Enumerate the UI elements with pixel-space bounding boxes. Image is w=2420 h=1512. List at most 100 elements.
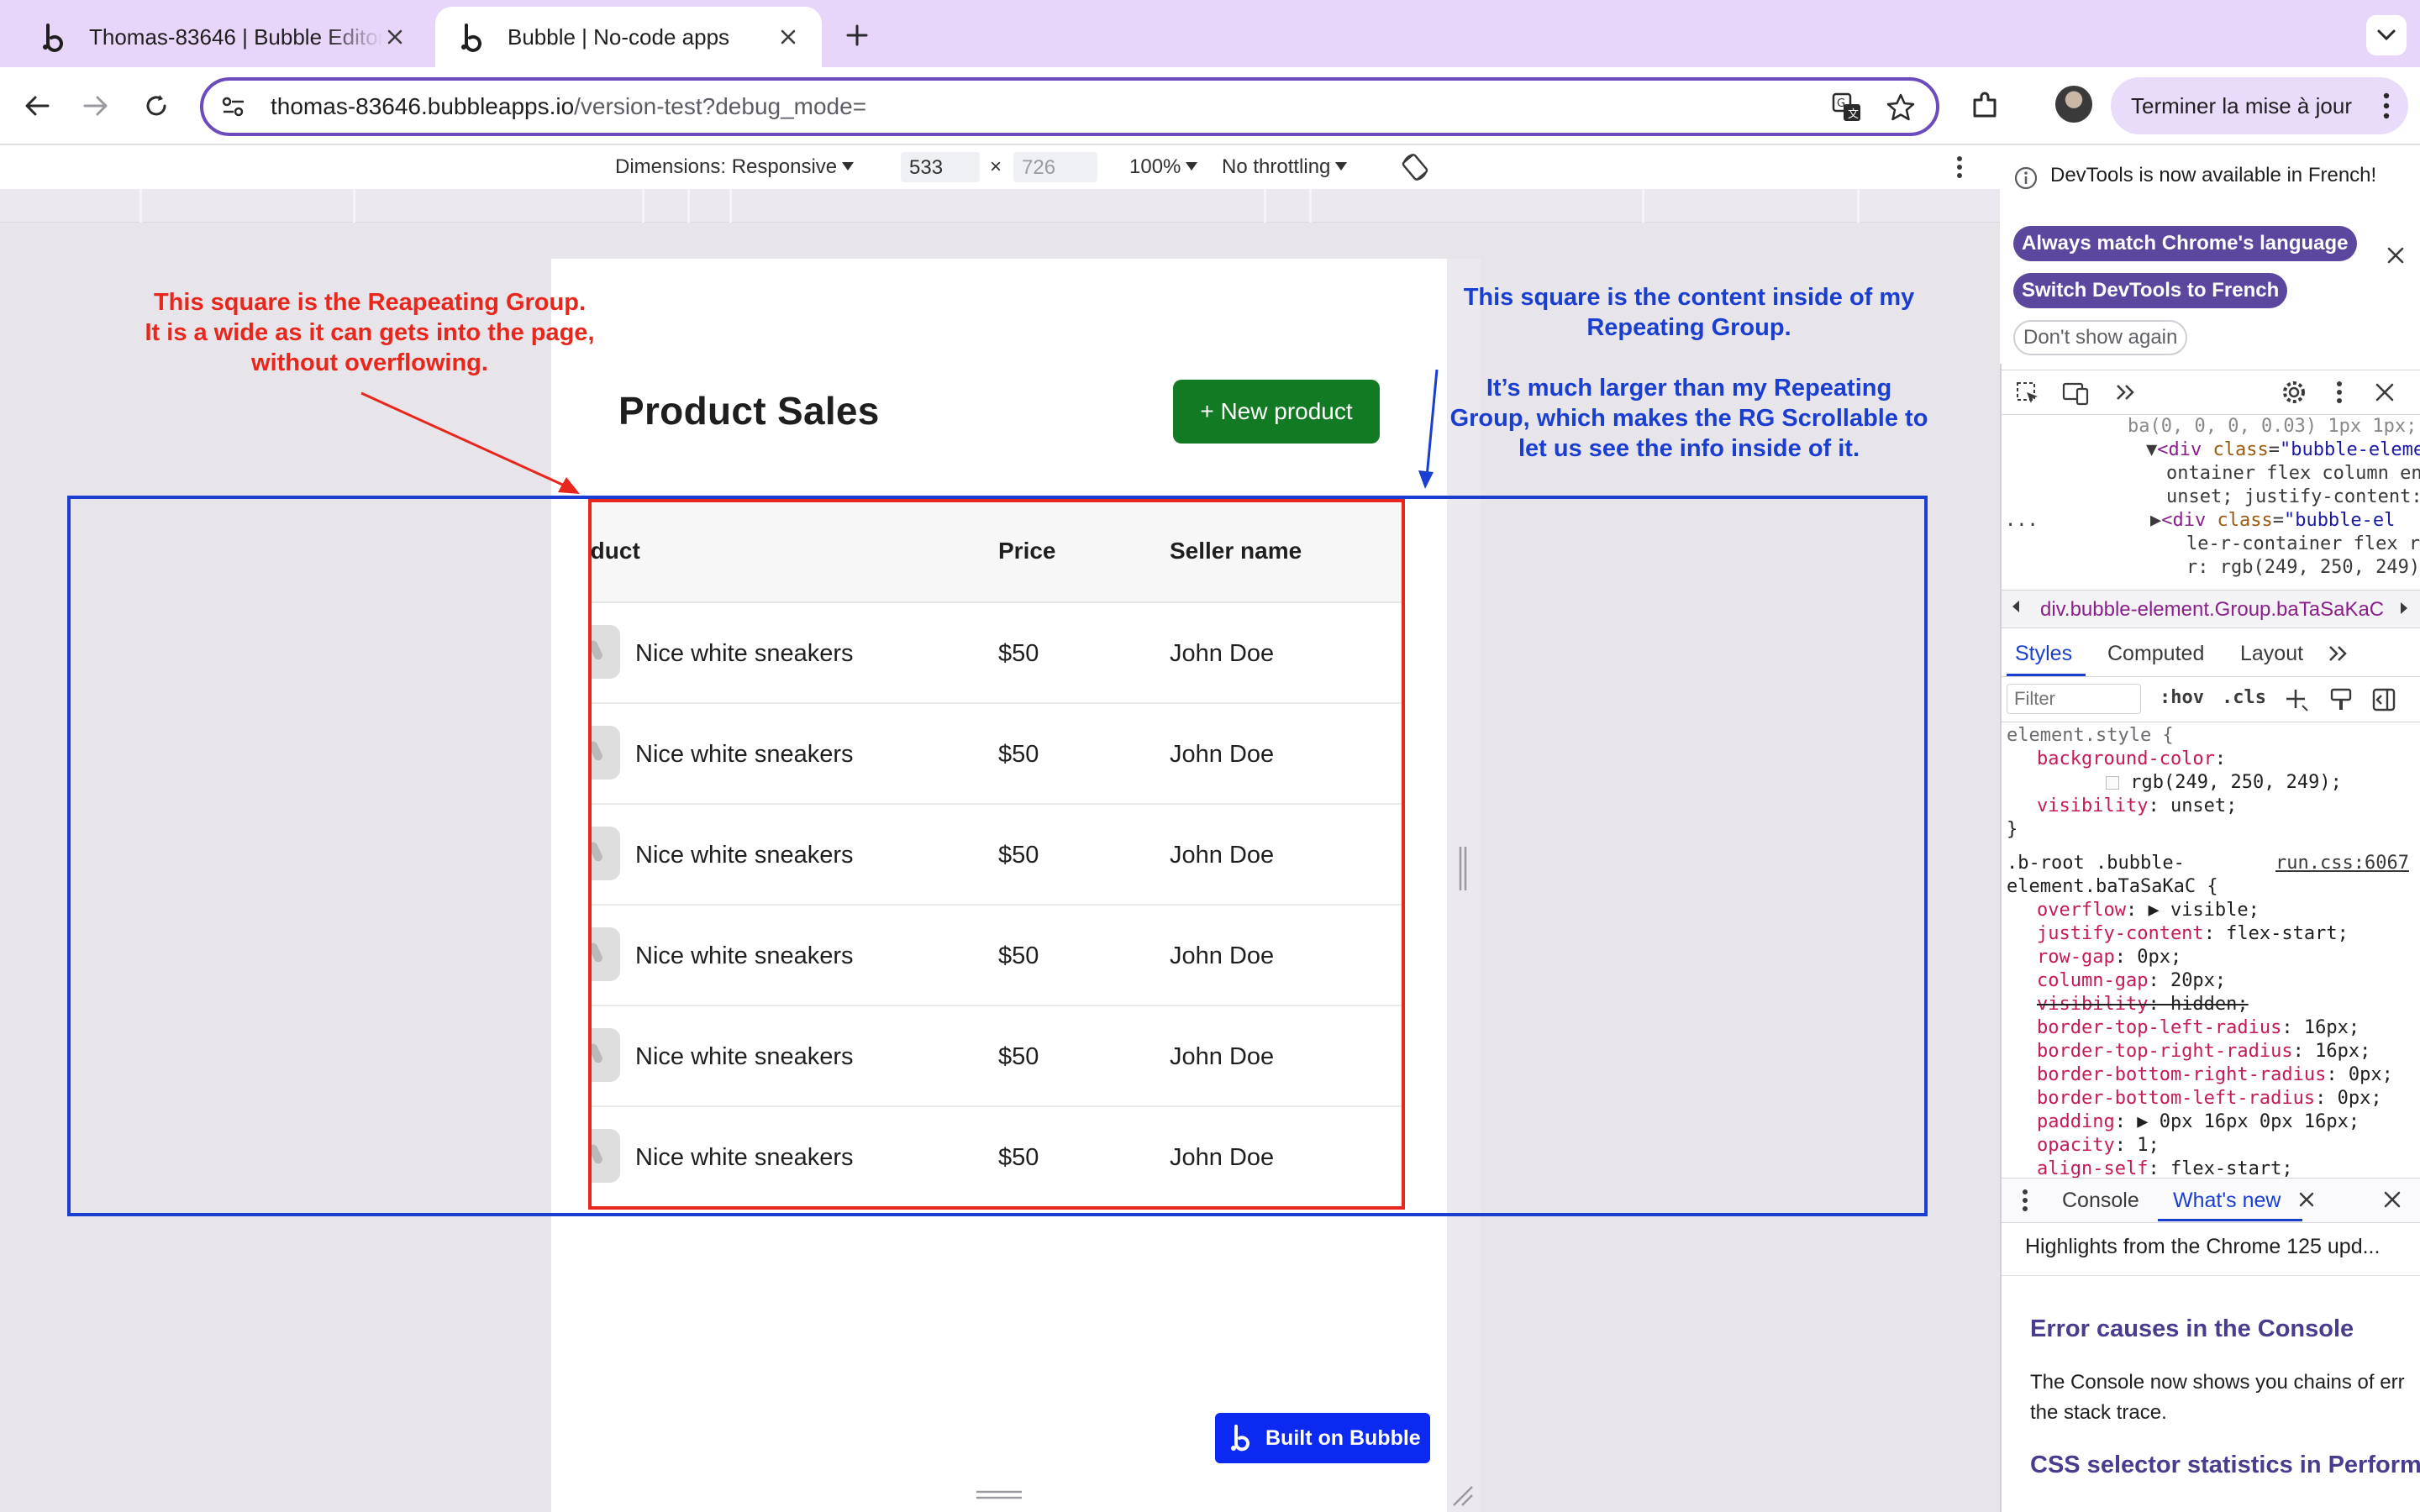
height-input[interactable]: 726: [1013, 152, 1097, 182]
paint-brush-icon[interactable]: [2329, 687, 2353, 712]
feature-heading-css-selector-stats[interactable]: CSS selector statistics in Performan: [2030, 1452, 2420, 1479]
dom-line[interactable]: unset; justify-content:: [2166, 486, 2420, 509]
kebab-menu-icon[interactable]: [2383, 92, 2390, 119]
tab-console[interactable]: Console: [2062, 1189, 2139, 1213]
color-swatch[interactable]: [2106, 776, 2119, 790]
more-panels-icon[interactable]: [2114, 382, 2138, 402]
info-icon: [2013, 165, 2039, 191]
back-arrow-icon[interactable]: [17, 86, 57, 126]
css-selector[interactable]: element.style {: [2002, 724, 2420, 748]
width-input[interactable]: 533: [901, 152, 980, 182]
css-declaration-overridden[interactable]: visibility: hidden;: [2002, 993, 2420, 1016]
forward-arrow-icon[interactable]: [76, 86, 116, 126]
update-button[interactable]: Terminer la mise à jour: [2111, 77, 2408, 134]
dom-line[interactable]: ba(0, 0, 0, 0.03) 1px 1px;: [2128, 415, 2420, 438]
toggle-sidebar-icon[interactable]: [2371, 687, 2396, 712]
bookmark-star-icon[interactable]: [1886, 92, 1916, 123]
css-declaration[interactable]: visibility: unset;: [2002, 795, 2420, 818]
switch-to-french-button[interactable]: Switch DevTools to French: [2013, 273, 2288, 308]
close-drawer-icon[interactable]: [2383, 1190, 2402, 1209]
feature-heading-error-causes[interactable]: Error causes in the Console: [2030, 1315, 2354, 1343]
tab-bubble-editor[interactable]: Thomas-83646 | Bubble Editor: [17, 7, 429, 67]
styles-pane[interactable]: element.style {background-color: rgb(249…: [2002, 724, 2420, 1178]
css-declaration[interactable]: column-gap: 20px;: [2002, 969, 2420, 993]
device-more-icon[interactable]: [1956, 155, 1963, 179]
new-tab-button[interactable]: [839, 17, 876, 54]
css-declaration[interactable]: align-self: flex-start;: [2002, 1158, 2420, 1178]
css-declaration[interactable]: justify-content: flex-start;: [2002, 922, 2420, 946]
css-declaration[interactable]: background-color:: [2002, 748, 2420, 771]
css-declaration[interactable]: padding: ▶ 0px 16px 0px 16px;: [2002, 1110, 2420, 1134]
dom-line[interactable]: ... ▶<div class="bubble-el: [2005, 509, 2420, 533]
dom-line[interactable]: ▼<div class="bubble-element Group: [2146, 438, 2420, 462]
css-source-link[interactable]: run.css:6067: [2275, 852, 2409, 875]
hov-toggle[interactable]: :hov: [2160, 687, 2204, 708]
throttling-select[interactable]: No throttling: [1222, 155, 1348, 179]
corner-resize-handle-icon[interactable]: [1450, 1483, 1474, 1507]
profile-avatar[interactable]: [2055, 86, 2092, 123]
tab-title: Bubble | No-code apps: [508, 24, 730, 50]
close-tab-icon[interactable]: [776, 25, 800, 49]
more-tabs-icon[interactable]: [2328, 643, 2349, 664]
dom-line[interactable]: ontainer flex column en: [2166, 462, 2420, 486]
breadcrumb-left-arrow-icon[interactable]: [2010, 599, 2022, 614]
dimensions-select[interactable]: Dimensions: Responsive: [615, 155, 855, 179]
drawer-menu-icon[interactable]: [2022, 1189, 2028, 1212]
styles-filter-input[interactable]: [2007, 684, 2141, 714]
css-declaration[interactable]: opacity: 1;: [2002, 1134, 2420, 1158]
tab-bubble-app[interactable]: Bubble | No-code apps: [435, 7, 822, 67]
dom-line[interactable]: le-r-container flex r: [2186, 533, 2420, 556]
mq-marker: [1309, 189, 1312, 223]
extensions-icon[interactable]: [1965, 86, 2005, 126]
tab-layout[interactable]: Layout: [2240, 642, 2303, 666]
media-query-bar[interactable]: [0, 189, 2000, 223]
css-declaration[interactable]: row-gap: 0px;: [2002, 946, 2420, 969]
new-product-button[interactable]: + New product: [1173, 380, 1380, 444]
zoom-select[interactable]: 100%: [1129, 155, 1198, 179]
translate-icon[interactable]: G文: [1832, 92, 1862, 123]
tab-computed[interactable]: Computed: [2107, 642, 2204, 666]
rotate-icon[interactable]: [1400, 152, 1430, 182]
css-declaration[interactable]: border-top-left-radius: 16px;: [2002, 1016, 2420, 1040]
css-declaration[interactable]: rgb(249, 250, 249);: [2002, 771, 2420, 795]
dont-show-again-button[interactable]: Don't show again: [2013, 320, 2188, 355]
breadcrumb-right-arrow-icon[interactable]: [2386, 591, 2420, 627]
reload-icon[interactable]: [136, 86, 176, 126]
elements-dom-tree[interactable]: ba(0, 0, 0, 0.03) 1px 1px; ▼<div class="…: [2002, 415, 2420, 583]
devtools-main-toolbar: [2000, 370, 2420, 415]
site-info-icon[interactable]: [220, 95, 247, 118]
settings-gear-icon[interactable]: [2281, 379, 2307, 406]
inspect-element-icon[interactable]: [2015, 381, 2040, 406]
dom-line[interactable]: r: rgb(249, 250, 249): [2186, 556, 2420, 580]
zoom-label: 100%: [1129, 155, 1181, 178]
built-on-bubble-badge[interactable]: Built on Bubble: [1215, 1413, 1430, 1463]
tab-whats-new[interactable]: What's new: [2173, 1189, 2281, 1213]
css-declaration[interactable]: overflow: ▶ visible;: [2002, 899, 2420, 922]
css-selector[interactable]: .b-root .bubble-run.css:6067: [2002, 852, 2420, 875]
address-bar[interactable]: thomas-83646.bubbleapps.io/version-test?…: [200, 77, 1939, 136]
dimensions-label: Dimensions: Responsive: [615, 155, 838, 178]
divider: [2002, 1275, 2420, 1276]
dimension-separator: ×: [990, 155, 1002, 178]
close-tab-icon[interactable]: [383, 25, 407, 49]
device-toggle-icon[interactable]: [2062, 381, 2089, 406]
always-match-language-button[interactable]: Always match Chrome's language: [2013, 226, 2357, 261]
page-title: Product Sales: [618, 389, 880, 433]
breadcrumb-item[interactable]: div.bubble-element.Group.baTaSaKaC: [2040, 598, 2384, 622]
css-selector[interactable]: element.baTaSaKaC {: [2002, 875, 2420, 899]
close-infobar-icon[interactable]: [2386, 246, 2405, 265]
tab-title: Thomas-83646 | Bubble Editor: [89, 24, 383, 50]
css-declaration[interactable]: border-bottom-left-radius: 0px;: [2002, 1087, 2420, 1110]
close-devtools-icon[interactable]: [2375, 382, 2395, 402]
tab-styles[interactable]: Styles: [2015, 642, 2072, 666]
tab-search-chevron-icon[interactable]: [2366, 15, 2407, 55]
bottom-resize-handle-icon[interactable]: [976, 1490, 1022, 1500]
devtools-menu-icon[interactable]: [2336, 381, 2343, 404]
css-declaration[interactable]: border-bottom-right-radius: 0px;: [2002, 1063, 2420, 1087]
dom-breadcrumb[interactable]: div.bubble-element.Group.baTaSaKaC: [2002, 590, 2420, 628]
css-declaration[interactable]: border-top-right-radius: 16px;: [2002, 1040, 2420, 1063]
cls-toggle[interactable]: .cls: [2222, 687, 2266, 708]
new-style-rule-icon[interactable]: [2284, 687, 2309, 712]
infobar-message: DevTools is now available in French!: [2050, 164, 2377, 186]
close-tab-icon[interactable]: [2299, 1192, 2314, 1207]
